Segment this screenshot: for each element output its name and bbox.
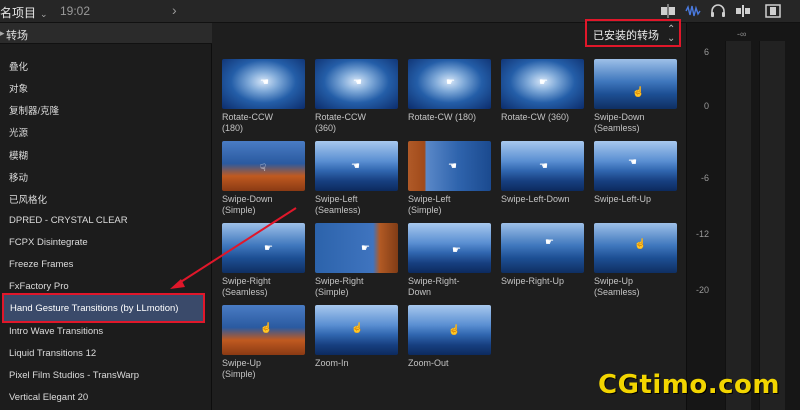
meter-scale-label: -12: [695, 229, 709, 239]
audio-meter: 6 0 -6 -12 -20 -∞: [686, 23, 800, 410]
meter-scale-label: 6: [703, 47, 709, 57]
meter-scale-label: 0: [703, 101, 709, 111]
meter-scale-label: -20: [695, 285, 709, 295]
meter-channel-left: [725, 41, 751, 410]
annotation-arrow: [170, 207, 297, 289]
meter-channel-right: [759, 41, 785, 410]
watermark: CGtimo.com: [598, 370, 780, 400]
meter-peak-label: -∞: [737, 29, 747, 39]
meter-scale-label: -6: [700, 173, 709, 183]
